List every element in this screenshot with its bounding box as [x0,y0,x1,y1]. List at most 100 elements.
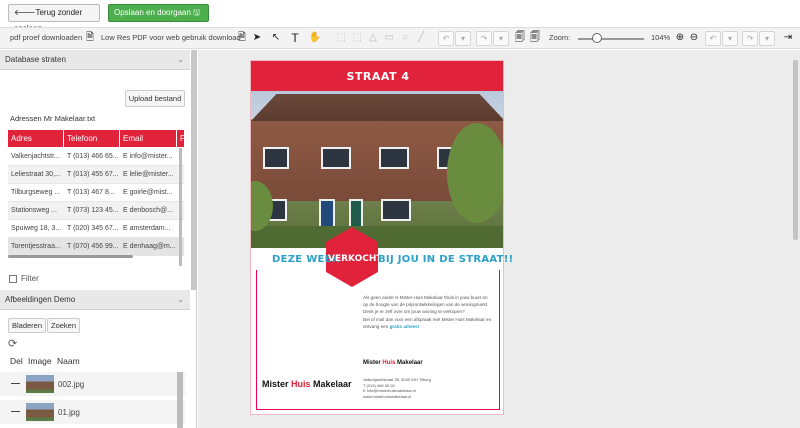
save-and-continue-button[interactable]: Opslaan en doorgaan 🖫 ➔ [108,4,209,33]
rectangle-shape-icon[interactable]: ▭ [382,31,396,45]
sidebar-scrollbar[interactable] [191,50,197,290]
undo-dropdown-icon[interactable]: ▾ [455,31,471,46]
body-paragraph: Denk je er zelf over om jouw woning te v… [363,309,465,315]
cell-email: E denhaag@m... [123,243,176,250]
table-row[interactable]: Valkenjachtstr... T (013) 466 65... E in… [8,148,184,166]
logo-word-2: Huis [291,379,311,389]
cell-phone: T (073) 123 45... [67,207,119,214]
image-list-item[interactable]: 01.jpg [0,400,185,424]
image-thumbnail[interactable] [26,403,54,421]
flyer-title[interactable]: STRAAT 4 [251,70,503,83]
low-res-pdf-download-link[interactable]: Low Res PDF voor web gebruik download [101,33,241,42]
hand-pan-icon[interactable]: ✋ [308,31,322,45]
col-header-name: Naam [57,356,80,366]
cell-address: Torentjesstraa... [11,243,61,250]
redo-dropdown-icon[interactable]: ▾ [493,31,509,46]
cell-email: E lelie@mister... [123,171,174,178]
address-line: Valkenjachtstraat 35, 5045 WH Tilburg [363,377,431,382]
col-header-image: Image [28,356,52,366]
upload-file-button[interactable]: Upload bestand [125,90,185,107]
col-header-phone[interactable]: Telefoon [64,130,120,147]
logo-word-1: Mister [262,379,292,389]
step-forward-dropdown-icon[interactable]: ▾ [759,31,775,46]
browse-button[interactable]: Bladeren [8,318,47,333]
table-row[interactable]: Spuiweg 18, 3... T (020) 345 67... E ams… [8,220,184,238]
house-window [321,147,351,169]
search-button[interactable]: Zoeken [47,318,81,333]
select-arrow-icon[interactable]: ➤ [250,31,264,45]
logo-word-3: Makelaar [310,379,352,389]
step-back-button[interactable]: ↶ [705,31,721,46]
line-tool-icon[interactable]: ╱ [414,31,428,45]
images-demo-title: Afbeeldingen Demo [5,295,76,304]
chevron-down-icon[interactable]: ⌄ [177,50,184,70]
copy-icon[interactable]: 🗐 [513,31,527,45]
cell-phone: T (013) 467 8... [67,189,115,196]
image-list-item[interactable]: 002.jpg [0,372,185,396]
cell-email: E goirle@mist... [123,189,173,196]
table-row[interactable]: Tilburgseweg ... T (013) 467 8... E goir… [8,184,184,202]
flyer-title-banner[interactable]: STRAAT 4 [251,61,503,91]
logo-word-3: Makelaar [395,360,423,366]
table-horizontal-scrollbar[interactable] [8,255,133,258]
step-back-dropdown-icon[interactable]: ▾ [722,31,738,46]
refresh-icon[interactable]: ⟳ [8,337,17,350]
flyer-body-text[interactable]: Als geen ander is Mister Huis Makelaar t… [363,294,493,330]
zoom-out-icon[interactable]: ⊖ [687,31,701,45]
cell-email: E amsterdam... [123,225,171,232]
canvas-scrollbar[interactable] [793,60,798,240]
body-paragraph: Als geen ander is Mister Huis Makelaar t… [363,295,489,308]
database-streets-header[interactable]: Database straten ⌄ [0,50,190,70]
undo-button[interactable]: ↶ [438,31,454,46]
col-header-delete: Del [10,356,23,366]
low-res-pdf-file-icon[interactable]: 🗎 [235,31,249,45]
body-paragraph: Bel of mail dan voor een afspraak met Mi… [363,316,493,330]
table-row-selected[interactable]: Torentjesstraa... T (070) 456 99... E de… [8,238,184,256]
direct-select-arrow-icon[interactable]: ↖ [269,31,283,45]
delete-image-icon[interactable] [11,411,20,412]
image-frame-icon[interactable]: ⬚ [350,31,364,45]
cell-email: E info@mister... [123,153,173,160]
logo-word-2: Huis [382,360,396,366]
back-without-saving-button[interactable]: 🡐Terug zonder opslaan [8,4,100,33]
brand-logo-large[interactable]: Mister Huis Makelaar [262,379,352,389]
zoom-slider-track[interactable] [578,38,644,40]
in-your-street-text[interactable]: BIJ JOU IN DE STRAAT!! [378,254,514,265]
crop-frame-icon[interactable]: ⬚ [334,31,348,45]
text-tool-icon[interactable]: T [288,31,302,45]
table-header: Adres Telefoon Email F [8,130,184,147]
chevron-down-icon[interactable]: ⌄ [177,290,184,310]
cell-address: Spuiweg 18, 3... [11,225,62,232]
paste-icon[interactable]: 🗐 [528,31,542,45]
image-list-scrollbar[interactable] [177,372,183,428]
website-line: www.misterhuismakelaar.nl [363,393,412,399]
step-forward-button[interactable]: ↷ [742,31,758,46]
col-header-overflow[interactable]: F [177,130,184,147]
table-row[interactable]: Leliestraat 30,... T (013) 455 67... E l… [8,166,184,184]
sold-text[interactable]: VERKOCHT [328,254,383,264]
image-thumbnail[interactable] [26,375,54,393]
redo-button[interactable]: ↷ [476,31,492,46]
brand-logo-small[interactable]: Mister Huis Makelaar [363,360,423,366]
table-vertical-scrollbar[interactable] [179,148,182,266]
exit-editor-icon[interactable]: ⇥ [781,31,795,45]
cell-phone: T (070) 456 99... [67,243,119,250]
pdf-proof-file-icon[interactable]: 🗎 [83,31,97,45]
images-demo-header[interactable]: Afbeeldingen Demo ⌄ [0,290,190,310]
cell-phone: T (013) 455 67... [67,171,119,178]
table-row[interactable]: Stationsweg ... T (073) 123 45... E denb… [8,202,184,220]
house-window [381,199,411,221]
filter-checkbox[interactable] [9,275,17,283]
col-header-address[interactable]: Adres [8,130,64,147]
col-header-email[interactable]: Email [120,130,177,147]
zoom-slider-handle[interactable] [592,33,602,43]
cell-address: Stationsweg ... [11,207,57,214]
free-advice-link: gratis advies! [389,323,420,329]
triangle-shape-icon[interactable]: △ [366,31,380,45]
logo-word-1: Mister [363,360,383,366]
delete-image-icon[interactable] [11,383,20,384]
office-address[interactable]: Valkenjachtstraat 35, 5045 WH Tilburg T … [363,377,431,399]
zoom-in-icon[interactable]: ⊕ [673,31,687,45]
circle-shape-icon[interactable]: ○ [398,31,412,45]
pdf-proof-download-link[interactable]: pdf proef downloaden [10,33,82,42]
